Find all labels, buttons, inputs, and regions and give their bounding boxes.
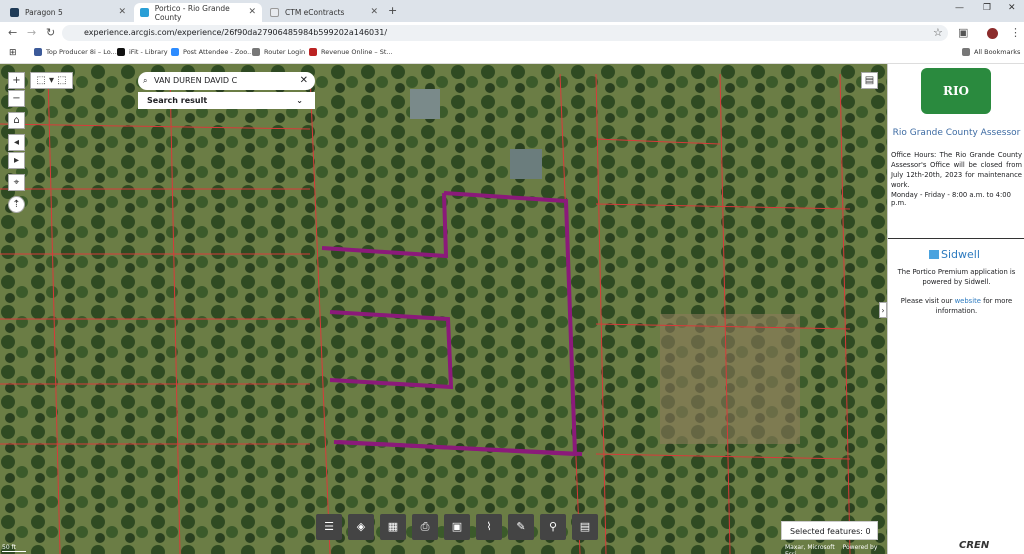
tab-label: Paragon 5 <box>25 8 63 17</box>
sidwell-icon <box>929 250 939 259</box>
all-bookmarks[interactable]: All Bookmarks <box>962 48 1020 56</box>
forward-icon[interactable]: → <box>27 26 36 39</box>
close-icon[interactable]: ✕ <box>118 7 126 17</box>
back-icon[interactable]: ← <box>8 26 17 39</box>
bookmark-icon <box>309 48 317 56</box>
cren-logo: CREN <box>959 540 990 551</box>
bookmark-icon <box>117 48 125 56</box>
zoom-out-button[interactable]: − <box>8 90 25 107</box>
extension-icon[interactable]: ▣ <box>958 26 968 39</box>
url-text: experience.arcgis.com/experience/26f90da… <box>84 28 388 37</box>
bookmark-icon <box>252 48 260 56</box>
bookmark-icon <box>34 48 42 56</box>
search-icon: ⌕ <box>143 76 148 85</box>
sidwell-logo: Sidwell <box>929 248 980 261</box>
divider <box>888 238 1024 239</box>
tab-label: Portico - Rio Grande County <box>154 3 230 22</box>
powered-text: The Portico Premium application is power… <box>897 268 1016 286</box>
bookmark-item[interactable]: Top Producer 8i – Lo... <box>34 48 117 56</box>
bookmark-star-icon[interactable]: ☆ <box>933 26 943 39</box>
layers-icon[interactable]: ◈ <box>348 514 374 540</box>
paragon-icon <box>10 8 19 17</box>
tab-ctm[interactable]: CTM eContracts ✕ <box>264 3 384 22</box>
tab-label: CTM eContracts <box>285 8 345 17</box>
tab-portico[interactable]: Portico - Rio Grande County ✕ <box>134 3 262 22</box>
zoom-in-button[interactable]: + <box>8 72 25 89</box>
selected-features-badge[interactable]: Selected features: 0 <box>781 521 878 540</box>
close-icon[interactable]: ✕ <box>248 7 256 17</box>
basemap-icon[interactable]: ▤ <box>861 72 878 89</box>
next-extent-icon[interactable]: ▸ <box>8 152 25 169</box>
info-panel: RIO GRANDE Rio Grande County Assessor Of… <box>887 64 1024 554</box>
compass-icon[interactable]: ⇡ <box>8 196 25 213</box>
save-icon[interactable]: ▣ <box>444 514 470 540</box>
new-tab-button[interactable]: + <box>388 4 397 17</box>
office-hours: Monday - Friday - 8:00 a.m. to 4:00 p.m. <box>891 191 1011 207</box>
avatar[interactable] <box>987 28 998 39</box>
reload-icon[interactable]: ↻ <box>46 26 55 39</box>
previous-extent-icon[interactable]: ◂ <box>8 134 25 151</box>
chevron-down-icon: ⌄ <box>296 96 303 105</box>
selected-features-text: Selected features: 0 <box>790 527 871 536</box>
restore-icon[interactable]: ❐ <box>983 3 991 13</box>
search-input[interactable]: VAN DUREN DAVID C <box>154 76 237 85</box>
apps-icon[interactable]: ⊞ <box>9 48 17 58</box>
search-result-dropdown[interactable]: Search result ⌄ <box>138 92 315 109</box>
portico-icon <box>140 8 149 17</box>
draw-icon[interactable]: ✎ <box>508 514 534 540</box>
print-icon[interactable]: ⎙ <box>412 514 438 540</box>
list-icon[interactable]: ☰ <box>316 514 342 540</box>
measure-icon[interactable]: ⌇ <box>476 514 502 540</box>
bookmark-item[interactable]: Post Attendee - Zoo... <box>171 48 253 56</box>
visit-text: Please visit our website for more inform… <box>900 297 1013 315</box>
aerial-imagery <box>0 64 887 554</box>
website-link[interactable]: website <box>955 297 981 305</box>
menu-icon[interactable]: ⋮ <box>1010 26 1021 39</box>
results-label: Search result <box>147 96 208 105</box>
locate-icon[interactable]: ⌖ <box>8 174 25 191</box>
table-icon[interactable]: ▤ <box>572 514 598 540</box>
office-notice: Office Hours: The Rio Grande County Asse… <box>891 151 1022 189</box>
tab-paragon[interactable]: Paragon 5 ✕ <box>4 3 132 22</box>
select-tool-button[interactable]: ⬚ ▾ ⬚ <box>30 72 73 89</box>
share-icon[interactable]: ⚲ <box>540 514 566 540</box>
address-bar: ← → ↻ experience.arcgis.com/experience/2… <box>0 22 1024 44</box>
panel-toggle-icon[interactable]: › <box>879 302 887 318</box>
grid-icon[interactable]: ▦ <box>380 514 406 540</box>
folder-icon <box>962 48 970 56</box>
url-field[interactable]: experience.arcgis.com/experience/26f90da… <box>62 25 948 41</box>
map-view[interactable]: + − ⌂ ◂ ▸ ⌖ ⇡ ⬚ ▾ ⬚ ▤ ⌕ VAN DUREN DAVID … <box>0 64 887 554</box>
close-icon[interactable]: ✕ <box>370 7 378 17</box>
close-window-icon[interactable]: ✕ <box>1008 3 1016 13</box>
bookmark-item[interactable]: Revenue Online – St... <box>309 48 393 56</box>
search-box[interactable]: ⌕ VAN DUREN DAVID C ✕ <box>138 72 315 90</box>
rio-grande-logo: RIO GRANDE <box>921 68 991 144</box>
scale-bar: 50 ft <box>2 544 26 552</box>
map-toolbar: ☰ ◈ ▦ ⎙ ▣ ⌇ ✎ ⚲ ▤ <box>316 514 600 540</box>
bookmark-item[interactable]: iFit - Library <box>117 48 168 56</box>
panel-title: Rio Grande County Assessor <box>892 128 1021 138</box>
attribution: Maxar, Microsoft Powered by Esri <box>785 544 878 554</box>
minimize-icon[interactable]: — <box>955 3 964 13</box>
bookmarks-bar: ⊞ Top Producer 8i – Lo... iFit - Library… <box>0 44 1024 64</box>
ctm-icon <box>270 8 279 17</box>
bookmark-item[interactable]: Router Login <box>252 48 305 56</box>
tab-bar: Paragon 5 ✕ Portico - Rio Grande County … <box>0 0 1024 22</box>
home-icon[interactable]: ⌂ <box>8 112 25 129</box>
clear-icon[interactable]: ✕ <box>300 72 308 90</box>
bookmark-icon <box>171 48 179 56</box>
